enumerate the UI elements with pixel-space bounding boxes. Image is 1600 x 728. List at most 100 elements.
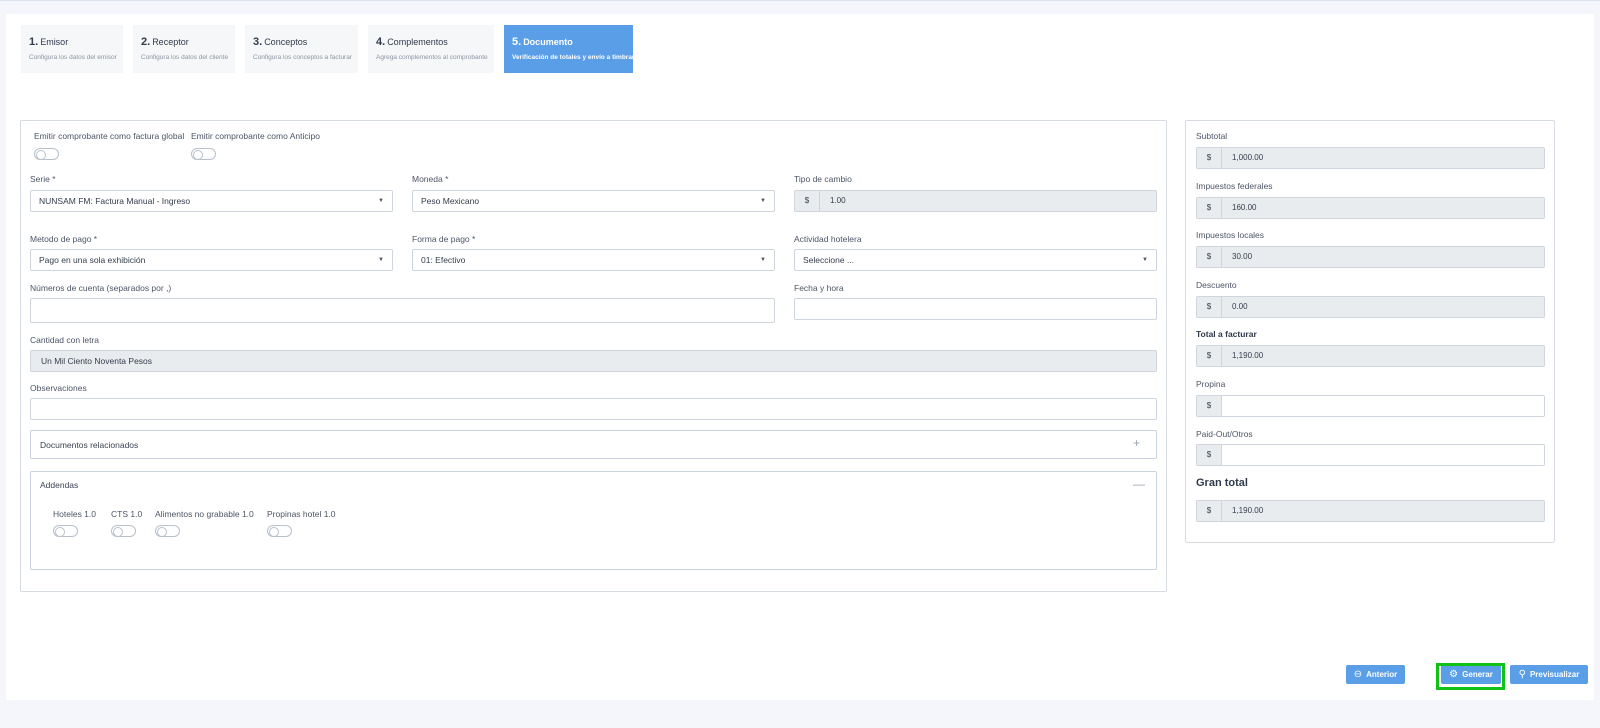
- cantidad-letra-field: Un Mil Ciento Noventa Pesos: [30, 350, 1157, 372]
- gran-total-field: $ 1,190.00: [1196, 500, 1545, 522]
- propina-value[interactable]: [1222, 396, 1544, 416]
- step-number: 4.: [376, 36, 386, 48]
- cantidad-letra-label: Cantidad con letra: [30, 335, 99, 345]
- moneda-select[interactable]: Peso Mexicano ▼: [412, 190, 775, 212]
- descuento-field: $ 0.00: [1196, 296, 1545, 318]
- step-title: Complementos: [387, 37, 448, 47]
- caret-down-icon: ▼: [760, 257, 766, 263]
- gran-total-value: 1,190.00: [1232, 506, 1264, 515]
- minus-icon[interactable]: —: [1133, 477, 1145, 491]
- currency-prefix: $: [1197, 396, 1222, 416]
- addenda-hoteles-switch[interactable]: [53, 525, 78, 537]
- serie-label: Serie *: [30, 174, 56, 184]
- addenda-alimentos-switch[interactable]: [155, 525, 180, 537]
- addendas-title: Addendas: [40, 480, 79, 490]
- total-facturar-field: $ 1,190.00: [1196, 345, 1545, 367]
- serie-value: NUNSAM FM: Factura Manual - Ingreso: [39, 196, 191, 206]
- caret-down-icon: ▼: [378, 198, 384, 204]
- fecha-input[interactable]: [794, 298, 1157, 320]
- forma-pago-value: 01: Efectivo: [421, 255, 466, 265]
- toggle-anticipo-switch[interactable]: [191, 148, 216, 160]
- step-emisor[interactable]: 1. Emisor Configura los datos del emisor: [21, 25, 123, 73]
- currency-prefix: $: [1197, 346, 1222, 366]
- currency-prefix: $: [1197, 501, 1222, 521]
- actividad-select[interactable]: Seleccione ... ▼: [794, 249, 1157, 271]
- addenda-propinas-switch[interactable]: [267, 525, 292, 537]
- actividad-label: Actividad hotelera: [794, 234, 862, 244]
- caret-down-icon: ▼: [1142, 257, 1148, 263]
- circle-arrow-left-icon: ⊖: [1353, 669, 1363, 680]
- anterior-label: Anterior: [1366, 670, 1398, 679]
- impuestos-federales-field: $ 160.00: [1196, 197, 1545, 219]
- currency-prefix: $: [1197, 247, 1222, 267]
- previsualizar-label: Previsualizar: [1529, 670, 1580, 679]
- generar-highlight-box: [1436, 663, 1505, 690]
- moneda-value: Peso Mexicano: [421, 196, 480, 206]
- forma-pago-label: Forma de pago *: [412, 234, 476, 244]
- propina-input[interactable]: $: [1196, 395, 1545, 417]
- anterior-button[interactable]: ⊖ Anterior: [1346, 665, 1405, 684]
- tipo-cambio-label: Tipo de cambio: [794, 174, 852, 184]
- step-title: Documento: [523, 37, 573, 47]
- addenda-hoteles-label: Hoteles 1.0: [53, 509, 96, 519]
- search-icon: ⚲: [1518, 669, 1526, 680]
- step-conceptos[interactable]: 3. Conceptos Configura los conceptos a fa…: [245, 25, 358, 73]
- plus-icon[interactable]: +: [1133, 436, 1140, 450]
- subtotal-label: Subtotal: [1196, 131, 1228, 141]
- step-documento[interactable]: 5. Documento Verificación de totales y en…: [504, 25, 634, 73]
- gran-total-label: Gran total: [1196, 477, 1248, 489]
- observaciones-input[interactable]: [30, 398, 1157, 420]
- previsualizar-button[interactable]: ⚲ Previsualizar: [1510, 665, 1588, 684]
- paid-out-input[interactable]: $: [1196, 444, 1545, 466]
- subtotal-value: 1,000.00: [1232, 153, 1264, 162]
- currency-prefix: $: [1197, 198, 1222, 218]
- currency-prefix: $: [1197, 148, 1222, 168]
- metodo-pago-label: Metodo de pago *: [30, 234, 98, 244]
- step-number: 1.: [29, 36, 39, 48]
- tipo-cambio-field[interactable]: $ 1.00: [794, 190, 1157, 212]
- toggle-global-label: Emitir comprobante como factura global: [34, 131, 185, 141]
- serie-select[interactable]: NUNSAM FM: Factura Manual - Ingreso ▼: [30, 190, 393, 212]
- step-complementos[interactable]: 4. Complementos Agrega complementos al co…: [368, 25, 494, 73]
- step-number: 3.: [253, 36, 263, 48]
- metodo-pago-value: Pago en una sola exhibición: [39, 255, 146, 265]
- fecha-label: Fecha y hora: [794, 283, 844, 293]
- metodo-pago-select[interactable]: Pago en una sola exhibición ▼: [30, 249, 393, 271]
- impuestos-federales-label: Impuestos federales: [1196, 181, 1273, 191]
- total-facturar-label: Total a facturar: [1196, 329, 1257, 339]
- step-receptor[interactable]: 2. Receptor Configura los datos del clien…: [133, 25, 235, 73]
- step-number: 5.: [512, 36, 522, 48]
- addenda-propinas-label: Propinas hotel 1.0: [267, 509, 336, 519]
- currency-prefix: $: [1197, 445, 1222, 465]
- impuestos-locales-field: $ 30.00: [1196, 246, 1545, 268]
- addenda-cts-switch[interactable]: [111, 525, 136, 537]
- descuento-value: 0.00: [1232, 302, 1248, 311]
- addenda-alimentos-label: Alimentos no grabable 1.0: [155, 509, 254, 519]
- impuestos-locales-value: 30.00: [1232, 252, 1253, 261]
- currency-prefix: $: [1197, 297, 1222, 317]
- step-subtitle: Agrega complementos al comprobante: [376, 54, 488, 61]
- top-border: [0, 0, 1600, 1]
- impuestos-federales-value: 160.00: [1232, 203, 1257, 212]
- toggle-global-switch[interactable]: [34, 148, 59, 160]
- paid-out-value[interactable]: [1222, 445, 1544, 465]
- addendas-panel: [30, 471, 1157, 570]
- cuentas-label: Números de cuenta (separados por ,): [30, 283, 172, 293]
- observaciones-label: Observaciones: [30, 383, 87, 393]
- forma-pago-select[interactable]: 01: Efectivo ▼: [412, 249, 775, 271]
- paid-out-label: Paid-Out/Otros: [1196, 429, 1253, 439]
- tipo-cambio-value: 1.00: [830, 196, 846, 205]
- documentos-relacionados-title: Documentos relacionados: [40, 440, 139, 450]
- currency-prefix: $: [795, 191, 820, 211]
- step-subtitle: Configura los datos del emisor: [29, 54, 117, 61]
- documentos-relacionados-panel[interactable]: [30, 430, 1157, 459]
- step-subtitle: Configura los conceptos a facturar: [253, 54, 352, 61]
- step-title: Conceptos: [264, 37, 308, 47]
- cuentas-input[interactable]: [30, 298, 775, 323]
- propina-label: Propina: [1196, 379, 1226, 389]
- addenda-cts-label: CTS 1.0: [111, 509, 143, 519]
- subtotal-field: $ 1,000.00: [1196, 147, 1545, 169]
- moneda-label: Moneda *: [412, 174, 449, 184]
- actividad-value: Seleccione ...: [803, 255, 855, 265]
- caret-down-icon: ▼: [760, 198, 766, 204]
